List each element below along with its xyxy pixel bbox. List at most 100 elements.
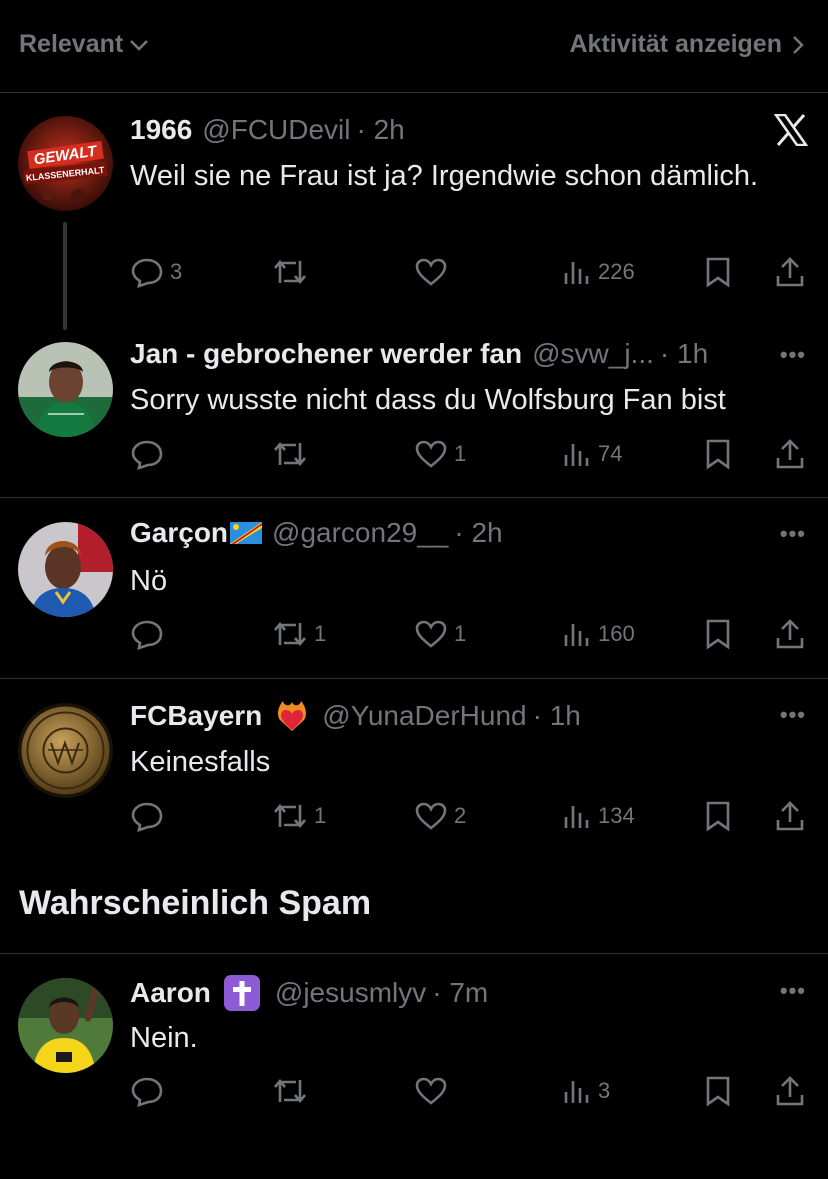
- tweet-text: Nö: [130, 565, 168, 597]
- timestamp: · 1h: [659, 338, 709, 369]
- thread-line: [63, 222, 67, 330]
- display-name[interactable]: Garçon: [130, 517, 228, 549]
- share-button[interactable]: [774, 1071, 806, 1111]
- views-icon: [564, 806, 589, 828]
- retweet-count: 1: [314, 621, 327, 646]
- timestamp: · 1h: [532, 700, 581, 731]
- views-icon: [564, 262, 589, 284]
- tweet-actions: 3 226: [130, 252, 810, 292]
- heart-icon: [415, 802, 447, 830]
- bookmark-button[interactable]: [704, 796, 732, 836]
- share-icon: [776, 801, 804, 831]
- handle[interactable]: @YunaDerHund: [322, 700, 526, 732]
- display-name[interactable]: FCBayern: [130, 700, 262, 732]
- handle[interactable]: @jesusmlyv: [275, 977, 426, 1009]
- reply-button[interactable]: [130, 434, 170, 474]
- views-icon: [564, 624, 589, 646]
- like-button[interactable]: 1: [414, 614, 466, 654]
- avatar[interactable]: [18, 342, 113, 437]
- more-options-icon[interactable]: •••: [780, 702, 806, 728]
- tweet-jan[interactable]: Jan - gebrochener werder fan @svw_j... ·…: [0, 330, 828, 498]
- share-icon: [776, 439, 804, 469]
- views-icon: [564, 1081, 589, 1103]
- show-activity-link[interactable]: Aktivität anzeigen: [569, 30, 804, 59]
- tweet-text: Sorry wusste nicht dass du Wolfsburg Fan…: [130, 384, 726, 416]
- tweet-aaron[interactable]: Aaron @jesusmlyv · 7m ••• Nein. 3: [0, 954, 828, 1114]
- view-count: 134: [598, 803, 635, 828]
- retweet-button[interactable]: [272, 1071, 314, 1111]
- reply-button[interactable]: [130, 614, 170, 654]
- views-button[interactable]: 3: [562, 1071, 610, 1111]
- reply-button[interactable]: [130, 796, 170, 836]
- display-name[interactable]: 1966: [130, 114, 192, 146]
- view-count: 3: [598, 1078, 611, 1103]
- more-options-icon[interactable]: •••: [780, 521, 806, 547]
- avatar[interactable]: [18, 703, 113, 798]
- burning-heart-emoji-icon: [278, 701, 307, 731]
- retweet-button[interactable]: 1: [272, 796, 326, 836]
- share-button[interactable]: [774, 252, 806, 292]
- more-options-icon[interactable]: •••: [780, 342, 806, 368]
- tweet-header: FCBayern @YunaDerHund · 1h: [130, 698, 581, 734]
- share-button[interactable]: [774, 796, 806, 836]
- activity-label: Aktivität anzeigen: [569, 30, 782, 58]
- share-button[interactable]: [774, 614, 806, 654]
- like-button[interactable]: 1: [414, 434, 466, 474]
- retweet-button[interactable]: [272, 434, 314, 474]
- handle[interactable]: @FCUDevil: [202, 114, 350, 146]
- views-icon: [564, 444, 589, 466]
- timestamp: · 7m: [432, 977, 489, 1008]
- bookmark-button[interactable]: [704, 434, 732, 474]
- like-count: 1: [454, 441, 467, 466]
- retweet-button[interactable]: 1: [272, 614, 326, 654]
- bookmark-button[interactable]: [704, 1071, 732, 1111]
- bookmark-button[interactable]: [704, 614, 732, 654]
- views-button[interactable]: 226: [562, 252, 635, 292]
- x-logo-icon: [774, 114, 808, 146]
- tweet-text: Weil sie ne Frau ist ja? Irgendwie schon…: [130, 160, 759, 192]
- avatar[interactable]: [18, 522, 113, 617]
- heart-icon: [415, 1077, 447, 1105]
- tweet-1966[interactable]: GEWALT KLASSENERHALT 1966 @FCUDevil · 2h…: [0, 94, 828, 330]
- tweet-header: Garçon @garcon29__ · 2h: [130, 517, 503, 549]
- tweet-fcbayern[interactable]: FCBayern @YunaDerHund · 1h ••• Keinesfal…: [0, 680, 828, 850]
- like-count: 2: [454, 803, 467, 828]
- display-name[interactable]: Aaron: [130, 977, 211, 1009]
- display-name[interactable]: Jan - gebrochener werder fan: [130, 338, 522, 370]
- avatar[interactable]: GEWALT KLASSENERHALT: [18, 116, 113, 211]
- tweet-garcon[interactable]: Garçon @garcon29__ · 2h ••• Nö 1 1 160: [0, 499, 828, 679]
- views-button[interactable]: 74: [562, 434, 622, 474]
- like-button[interactable]: [414, 252, 454, 292]
- share-icon: [776, 257, 804, 287]
- tweet-text: Nein.: [130, 1022, 198, 1054]
- timestamp: · 2h: [356, 114, 405, 145]
- like-button[interactable]: 2: [414, 796, 466, 836]
- share-button[interactable]: [774, 434, 806, 474]
- share-icon: [776, 1076, 804, 1106]
- heart-icon: [415, 258, 447, 286]
- more-options-icon[interactable]: •••: [780, 978, 806, 1004]
- handle[interactable]: @svw_j...: [532, 338, 654, 370]
- sort-label: Relevant: [19, 30, 124, 58]
- like-button[interactable]: [414, 1071, 454, 1111]
- views-button[interactable]: 134: [562, 796, 635, 836]
- views-button[interactable]: 160: [562, 614, 635, 654]
- handle[interactable]: @garcon29__: [272, 517, 448, 549]
- bookmark-icon: [706, 619, 730, 650]
- bookmark-button[interactable]: [704, 252, 732, 292]
- reply-button[interactable]: [130, 1071, 170, 1111]
- tweet-actions: 3: [130, 1071, 810, 1111]
- reply-icon: [131, 258, 163, 288]
- tweet-text: Keinesfalls: [130, 746, 271, 778]
- tweet-header: 1966 @FCUDevil · 2h: [130, 114, 405, 146]
- reply-button[interactable]: 3: [130, 252, 182, 292]
- retweet-icon: [274, 621, 306, 647]
- view-count: 226: [598, 259, 635, 284]
- cross-emoji-icon: [223, 975, 260, 1011]
- retweet-icon: [274, 803, 306, 829]
- sort-dropdown[interactable]: Relevant: [19, 30, 149, 59]
- avatar[interactable]: [18, 978, 113, 1073]
- retweet-icon: [274, 259, 306, 285]
- retweet-button[interactable]: [272, 252, 314, 292]
- tweet-header: Jan - gebrochener werder fan @svw_j... ·…: [130, 338, 708, 370]
